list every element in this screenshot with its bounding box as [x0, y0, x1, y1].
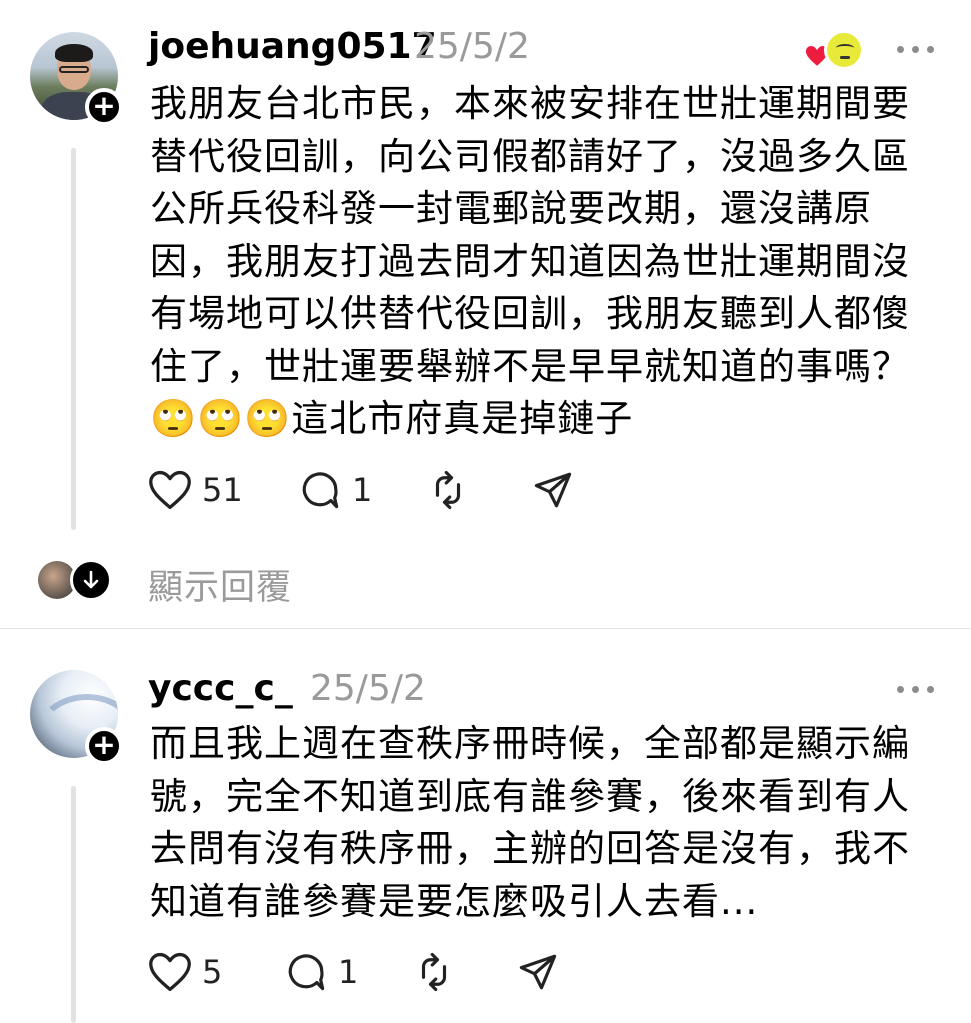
avatar-hair	[55, 44, 93, 62]
comment-button[interactable]: 1	[284, 950, 358, 994]
avatar-glasses	[59, 66, 89, 73]
like-count: 51	[202, 471, 243, 509]
show-replies-link[interactable]: 顯示回覆	[148, 559, 292, 610]
share-icon	[534, 472, 572, 508]
repost-icon	[435, 470, 461, 510]
timestamp[interactable]: 25/5/2	[414, 26, 530, 67]
repost-button[interactable]	[412, 950, 456, 994]
post-text: 我朋友台北市民，本來被安排在世壯運期間要 替代役回訓，向公司假都請好了，沒過多久…	[150, 82, 910, 440]
comment-icon	[288, 954, 325, 991]
like-button[interactable]: 5	[148, 950, 222, 994]
follow-button[interactable]: +	[85, 88, 123, 126]
share-button[interactable]	[516, 950, 560, 994]
reaction-avatars[interactable]	[802, 30, 866, 74]
thread-line	[71, 148, 76, 530]
more-icon[interactable]	[897, 43, 937, 55]
repost-button[interactable]	[426, 468, 470, 512]
more-icon[interactable]	[897, 683, 937, 695]
comment-button[interactable]: 1	[298, 468, 372, 512]
heart-icon	[149, 470, 191, 510]
action-bar: 51 1	[148, 468, 648, 512]
username[interactable]: joehuang0517	[148, 26, 437, 67]
reply-count: 1	[338, 953, 359, 991]
heart-icon	[149, 952, 191, 992]
thread-line	[71, 786, 76, 1023]
show-replies-arrow[interactable]	[70, 559, 112, 601]
sticker-face-icon	[824, 30, 864, 70]
comment-icon	[302, 472, 339, 509]
divider	[0, 628, 971, 629]
share-icon	[519, 954, 557, 990]
timestamp[interactable]: 25/5/2	[310, 668, 426, 709]
action-bar: 5 1	[148, 950, 648, 994]
like-button[interactable]: 51	[148, 468, 243, 512]
reply-count: 1	[352, 471, 373, 509]
post-text: 而且我上週在查秩序冊時候，全部都是顯示編 號，完全不知道到底有誰參賽，後來看到有…	[150, 722, 910, 923]
username[interactable]: yccc_c_	[148, 668, 293, 709]
repost-icon	[421, 952, 447, 992]
like-count: 5	[202, 953, 223, 991]
share-button[interactable]	[531, 468, 575, 512]
follow-button[interactable]: +	[85, 727, 123, 765]
down-arrow-icon	[83, 570, 99, 589]
